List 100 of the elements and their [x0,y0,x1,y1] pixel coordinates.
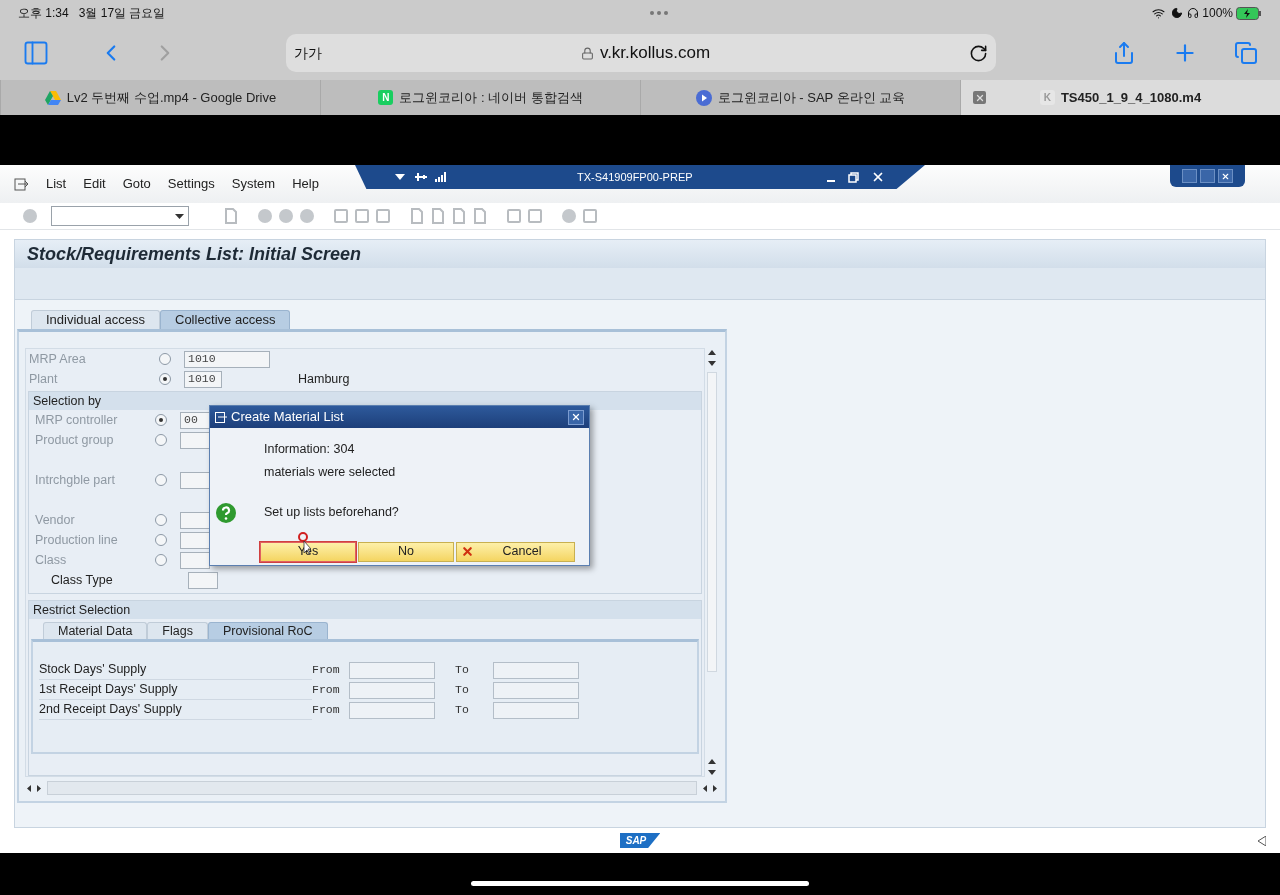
field-label: Stock Days' Supply [39,660,312,680]
share-icon[interactable] [1112,41,1136,65]
input-field[interactable] [180,531,210,549]
find-icon[interactable] [354,208,370,224]
radio-button[interactable] [155,554,167,566]
cancel-icon[interactable] [299,208,315,224]
menu-item[interactable]: Edit [83,174,106,194]
close-icon [1221,171,1230,181]
menu-item[interactable]: Help [292,174,319,194]
caret-icon[interactable] [175,213,184,219]
radio-button[interactable] [159,353,171,365]
session-title: TX-S41909FP00-PREP [577,169,693,185]
status-time: 오후 1:34 [18,5,69,22]
input-field[interactable] [349,701,435,719]
minimize-button[interactable] [1182,169,1197,183]
radio-button[interactable] [155,414,167,426]
input-field[interactable] [188,571,218,589]
question-icon [215,501,237,524]
radio-button[interactable] [159,373,171,385]
sap-logo: SAP [619,833,661,848]
browser-tab[interactable]: K TS450_1_9_4_1080.m4 [960,80,1280,115]
input-field[interactable] [180,551,210,569]
dialog-button[interactable]: No [358,541,454,562]
text-size-button[interactable]: 가가 [294,42,322,64]
field-label: 2nd Receipt Days' Supply [39,700,312,720]
tab[interactable]: Collective access [160,310,291,329]
tab[interactable]: Individual access [31,310,160,329]
scroll-arrows-icon[interactable] [703,784,717,792]
site-icon: K [1039,90,1055,105]
command-field[interactable] [51,206,189,226]
input-field[interactable]: 1010 [184,370,222,388]
page-icon[interactable] [472,208,488,224]
site-icon: N [378,90,394,105]
input-field[interactable] [180,471,210,489]
menu-item[interactable]: List [46,174,67,194]
dialog-message: materials were selected [264,463,397,481]
input-field[interactable] [180,511,210,529]
field-label: Vendor [35,511,76,529]
input-field[interactable] [493,681,579,699]
close-button[interactable] [1218,169,1233,183]
radio-button[interactable] [155,534,167,546]
enter-icon[interactable] [22,208,38,224]
more-icon[interactable] [649,11,668,15]
page-icon[interactable] [430,208,446,224]
close-icon [571,412,581,422]
field-label: MRP controller [35,411,119,429]
tab[interactable]: Flags [147,622,208,639]
collapse-icon[interactable] [1258,835,1266,846]
radio-button[interactable] [155,434,167,446]
exit-icon[interactable] [278,208,294,224]
close-icon[interactable] [871,170,885,184]
to-label: To [455,662,470,679]
section-title: Restrict Selection [33,601,131,619]
scroll-up-icon[interactable] [708,350,716,355]
input-field[interactable] [493,701,579,719]
restore-icon[interactable] [848,171,859,183]
monitor-icon[interactable] [582,208,598,224]
from-label: From [312,662,341,679]
tab[interactable]: Material Data [43,622,148,639]
back-icon[interactable] [257,208,273,224]
sidebar-icon[interactable] [22,39,50,67]
scroll-down-icon[interactable] [708,770,716,775]
tab[interactable]: Provisional RoC [207,622,328,639]
menu-icon[interactable] [14,177,29,191]
input-field[interactable] [349,681,435,699]
drive-icon [44,90,61,105]
field-label: Plant [29,370,59,388]
horizontal-scrollbar[interactable] [25,780,719,796]
page-icon[interactable] [451,208,467,224]
scroll-arrows-icon[interactable] [27,784,41,792]
help-icon[interactable] [561,208,577,224]
tabs-icon[interactable] [1234,41,1258,65]
menu-item[interactable]: Goto [122,174,151,194]
find-next-icon[interactable] [375,208,391,224]
radio-button[interactable] [155,474,167,486]
window-icon[interactable] [506,208,522,224]
pin-icon[interactable] [415,172,427,182]
close-button[interactable] [568,409,584,425]
reload-icon[interactable] [969,43,988,63]
window-icon[interactable] [527,208,543,224]
scroll-up-icon[interactable] [708,759,716,764]
page-icon[interactable] [409,208,425,224]
input-field[interactable] [493,661,579,679]
scroll-down-icon[interactable] [708,361,716,366]
address-field[interactable]: 가가 v.kr.kollus.com [286,34,996,72]
input-field[interactable] [349,661,435,679]
section-title: Selection by [33,392,102,410]
input-field[interactable]: 1010 [184,350,270,368]
menu-item[interactable]: Settings [167,174,215,194]
input-field[interactable]: 00 [180,411,210,429]
menu-item[interactable]: System [231,174,276,194]
print-icon[interactable] [333,208,349,224]
input-field[interactable] [180,431,210,449]
headphones-icon [1187,7,1200,19]
vertical-scrollbar[interactable] [705,348,719,777]
dialog-button[interactable]: Cancel [456,541,575,562]
dropdown-icon[interactable] [395,174,405,180]
save-icon[interactable] [223,208,239,224]
moon-icon [1171,7,1184,19]
radio-button[interactable] [155,514,167,526]
